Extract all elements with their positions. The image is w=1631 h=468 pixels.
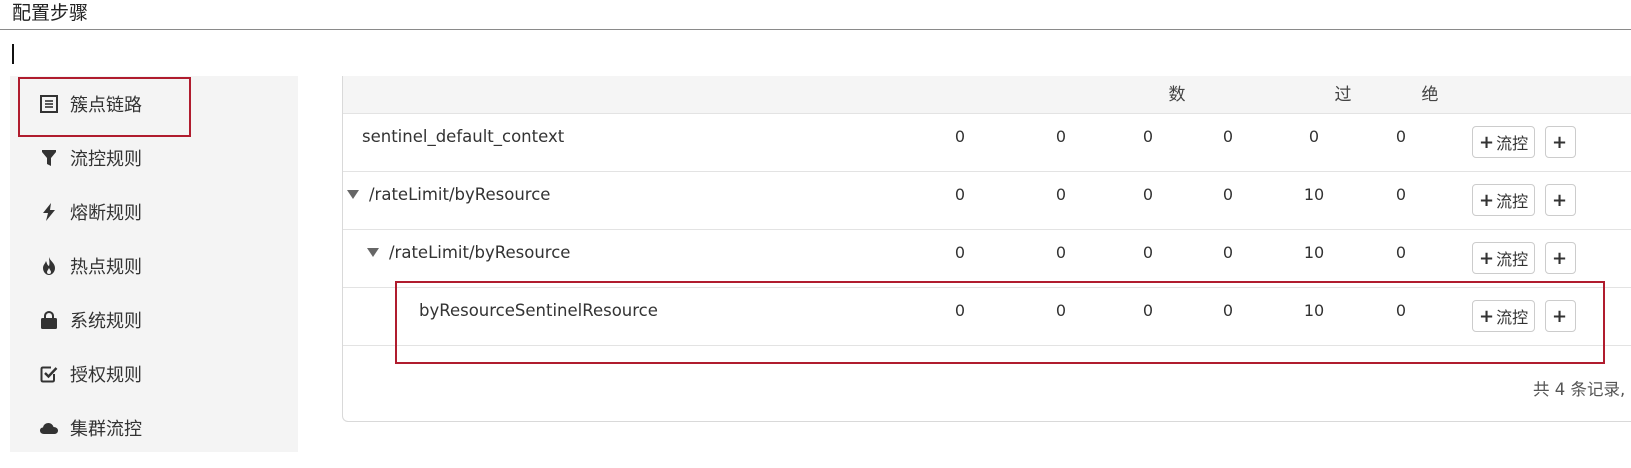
metric-value: 0 [954,185,966,204]
sidebar-item-cluster-flow[interactable]: 集群流控 [10,400,298,452]
add-rule-button-partial[interactable]: + [1545,242,1577,274]
plus-icon: + [1552,247,1568,269]
sidebar-item-authority-rules[interactable]: 授权规则 [10,346,298,402]
add-rule-button-partial[interactable]: + [1545,126,1577,158]
metric-value: 0 [1395,127,1407,146]
metric-value: 0 [1055,185,1067,204]
sidebar-item-label: 簇点链路 [70,95,142,116]
lock-icon [38,309,60,331]
metric-value: 0 [1222,127,1234,146]
column-header-fragment: 过 [1334,85,1352,105]
metric-value: 10 [1303,185,1325,204]
sidebar-item-label: 流控规则 [70,149,142,170]
sidebar-item-degrade-rules[interactable]: 熔断规则 [10,184,298,240]
plus-icon: + [1479,247,1495,269]
metric-value: 10 [1303,301,1325,320]
pagination-summary: 共 4 条记录, [1533,380,1626,399]
title-divider [0,29,1631,30]
metric-value: 0 [1222,185,1234,204]
plus-icon: + [1479,305,1495,327]
sidebar-item-hotspot-rules[interactable]: 热点规则 [10,238,298,294]
lightning-icon [38,201,60,223]
resource-name: /rateLimit/byResource [367,243,570,262]
resource-name-text: byResourceSentinelResource [419,301,658,320]
button-label: 流控 [1496,192,1529,211]
metric-value: 0 [1395,243,1407,262]
text-cursor [12,44,14,64]
resource-name-text: /rateLimit/byResource [389,243,571,262]
filter-icon [38,147,60,169]
button-label: 流控 [1496,250,1529,269]
list-icon [38,93,60,115]
metric-value: 0 [1055,127,1067,146]
sidebar-item-label: 系统规则 [70,311,142,332]
metric-value: 10 [1303,243,1325,262]
plus-icon: + [1479,189,1495,211]
add-rule-button-partial[interactable]: + [1545,300,1577,332]
metric-value: 0 [1395,301,1407,320]
sidebar-menu: 簇点链路 流控规则 熔断规则 热点规则 系统规则 授权规则 集群流控 [10,76,298,452]
column-header-fragment: 数 [1168,85,1186,105]
metric-value: 0 [1308,127,1320,146]
metric-value: 0 [1222,243,1234,262]
table-row: /rateLimit/byResource 0 0 0 0 10 0 + 流控 … [343,172,1631,230]
metric-value: 0 [1055,243,1067,262]
table-row: /rateLimit/byResource 0 0 0 0 10 0 + 流控 … [343,230,1631,288]
add-flow-rule-button[interactable]: + 流控 [1472,126,1536,158]
collapse-toggle-icon[interactable] [347,190,359,199]
metric-value: 0 [1142,127,1154,146]
button-label: 流控 [1496,134,1529,153]
sidebar-item-label: 授权规则 [70,365,142,386]
add-flow-rule-button[interactable]: + 流控 [1472,184,1536,216]
table-row: byResourceSentinelResource 0 0 0 0 10 0 … [343,288,1631,346]
button-label: 流控 [1496,308,1529,327]
plus-icon: + [1552,305,1568,327]
cloud-icon [38,417,60,439]
add-rule-button-partial[interactable]: + [1545,184,1577,216]
sidebar-item-system-rules[interactable]: 系统规则 [10,292,298,348]
sidebar-item-cluster-point-link[interactable]: 簇点链路 [10,76,298,132]
fire-icon [38,255,60,277]
doc-title: 配置步骤 [12,2,89,24]
resource-name-text: /rateLimit/byResource [369,185,551,204]
add-flow-rule-button[interactable]: + 流控 [1472,300,1536,332]
metric-value: 0 [1142,185,1154,204]
resource-name: /rateLimit/byResource [347,185,550,204]
add-flow-rule-button[interactable]: + 流控 [1472,242,1536,274]
resource-name: sentinel_default_context [362,127,564,146]
plus-icon: + [1479,131,1495,153]
check-square-icon [38,363,60,385]
sidebar-item-label: 热点规则 [70,257,142,278]
metric-value: 0 [954,301,966,320]
column-header-fragment: 绝 [1421,85,1439,105]
metric-value: 0 [954,127,966,146]
table-row: sentinel_default_context 0 0 0 0 0 0 + 流… [343,114,1631,172]
plus-icon: + [1552,189,1568,211]
resource-name: byResourceSentinelResource [419,301,658,320]
collapse-toggle-icon[interactable] [367,248,379,257]
metric-value: 0 [1055,301,1067,320]
metric-value: 0 [1395,185,1407,204]
metric-value: 0 [1222,301,1234,320]
metric-value: 0 [1142,301,1154,320]
plus-icon: + [1552,131,1568,153]
metric-value: 0 [1142,243,1154,262]
sidebar-item-label: 集群流控 [70,419,142,440]
metric-value: 0 [954,243,966,262]
sidebar-item-flow-rules[interactable]: 流控规则 [10,130,298,186]
sidebar-item-label: 熔断规则 [70,203,142,224]
resource-name-text: sentinel_default_context [362,127,565,146]
table-header: 数 过 绝 [343,76,1631,114]
